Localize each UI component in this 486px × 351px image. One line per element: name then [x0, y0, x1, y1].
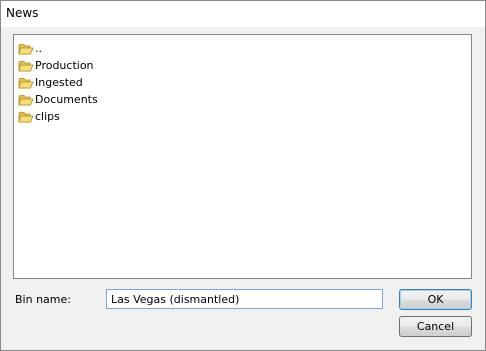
list-item-clips[interactable]: clips	[18, 108, 60, 125]
list-item-label: Production	[35, 58, 94, 72]
folder-icon	[18, 111, 34, 122]
cancel-button[interactable]: Cancel	[399, 316, 472, 337]
bin-name-input[interactable]	[106, 289, 383, 309]
list-item-label: clips	[35, 109, 60, 123]
folder-icon	[18, 77, 34, 88]
ok-button[interactable]: OK	[399, 289, 472, 310]
title-bar: News	[1, 1, 485, 27]
list-item-documents[interactable]: Documents	[18, 91, 98, 108]
folder-icon	[18, 60, 34, 71]
folder-icon	[18, 43, 34, 54]
list-item-parent[interactable]: ..	[18, 40, 42, 57]
list-item-ingested[interactable]: Ingested	[18, 74, 83, 91]
list-item-production[interactable]: Production	[18, 57, 94, 74]
folder-icon	[18, 94, 34, 105]
list-item-label: Documents	[35, 92, 98, 106]
list-item-label: Ingested	[35, 75, 83, 89]
window-title: News	[6, 6, 39, 20]
bin-dialog: News .. Production Ingested Documents cl…	[0, 0, 486, 351]
list-item-label: ..	[35, 41, 42, 55]
bin-name-label: Bin name:	[15, 293, 71, 306]
folder-list[interactable]: .. Production Ingested Documents clips	[13, 34, 472, 279]
